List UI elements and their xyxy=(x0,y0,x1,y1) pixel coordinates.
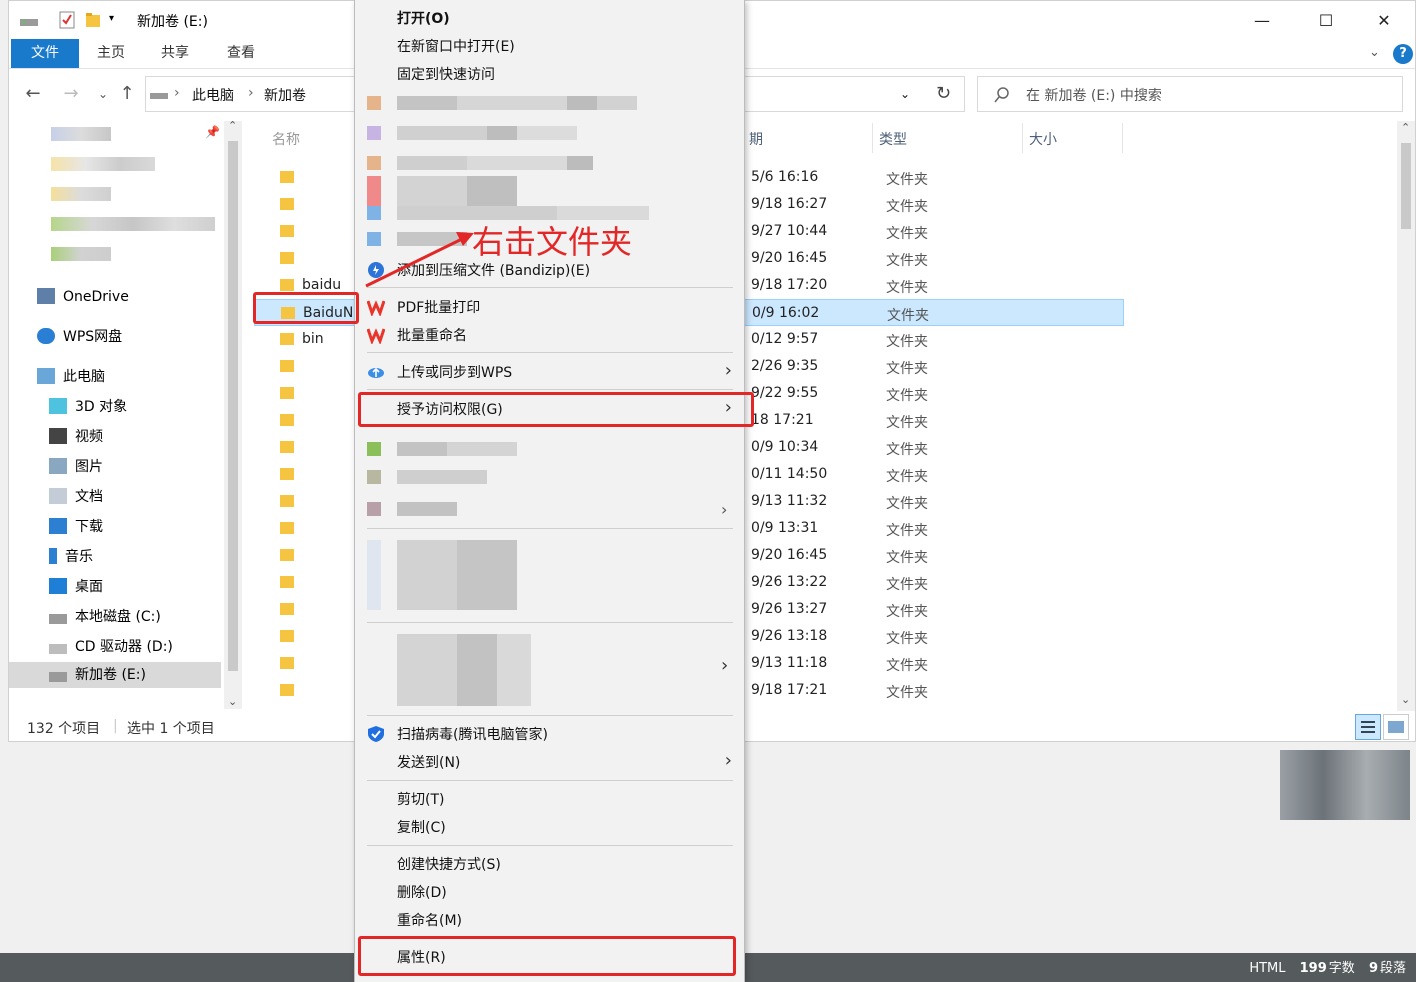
annotation-text: 右击文件夹 xyxy=(472,223,633,261)
annotation-arrow xyxy=(365,232,474,288)
